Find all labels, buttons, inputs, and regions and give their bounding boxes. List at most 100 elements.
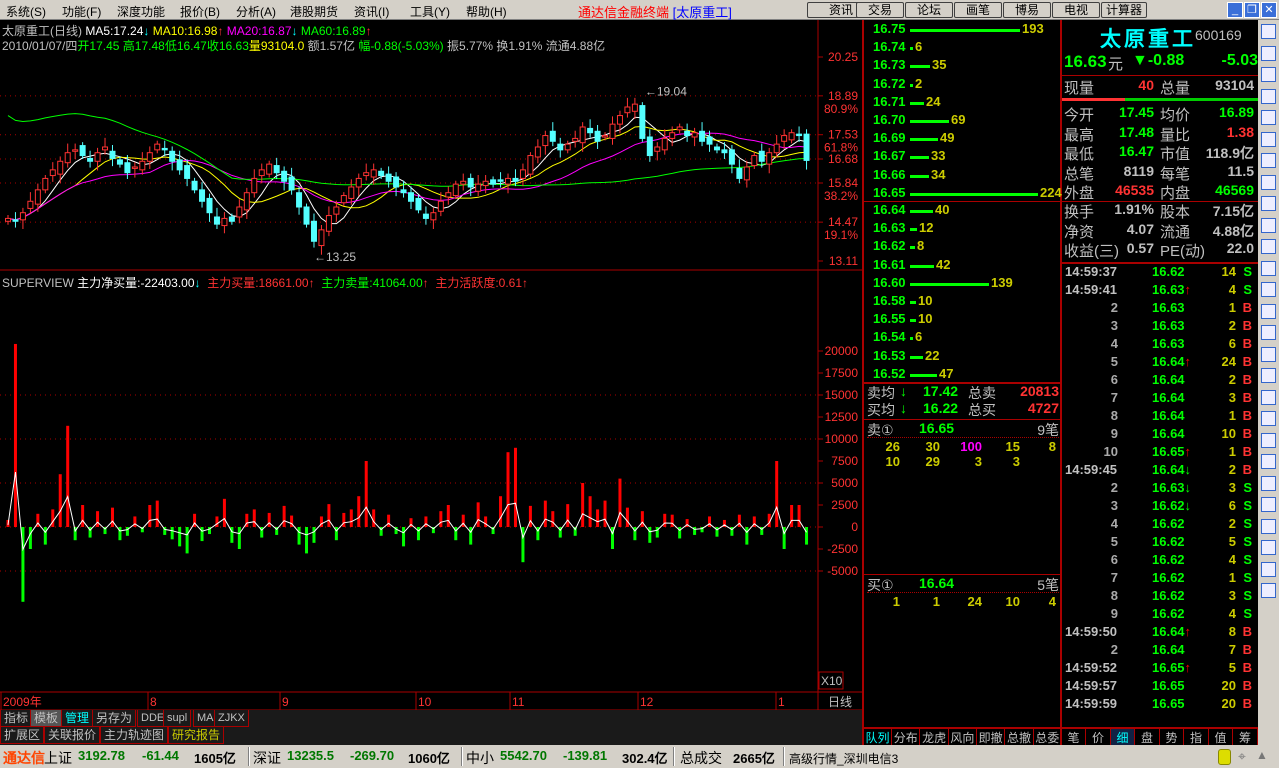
- ask-level[interactable]: 16.67 33: [864, 148, 1064, 166]
- menu-quotes[interactable]: 报价(B): [180, 3, 220, 20]
- ask-level[interactable]: 16.74 6: [864, 39, 1064, 57]
- globe-icon[interactable]: [1261, 282, 1276, 297]
- minimize-button[interactable]: _: [1227, 2, 1243, 18]
- tab-save-as[interactable]: 另存为: [92, 710, 137, 727]
- ask-level[interactable]: 16.70 69: [864, 112, 1064, 130]
- tab-extension[interactable]: 扩展区: [0, 727, 45, 744]
- bid-level[interactable]: 16.64 40: [864, 202, 1064, 220]
- tab-supl[interactable]: supl: [163, 710, 192, 727]
- down-icon[interactable]: [1261, 583, 1276, 598]
- bid-level[interactable]: 16.61 42: [864, 257, 1064, 275]
- ask-level[interactable]: 16.75 193: [864, 21, 1064, 39]
- tab-research-report[interactable]: 研究报告: [168, 727, 225, 744]
- bid-level[interactable]: 16.60 139: [864, 275, 1064, 293]
- doc-icon[interactable]: [1261, 475, 1276, 491]
- bid-level[interactable]: 16.63 12: [864, 220, 1064, 238]
- boyi-button[interactable]: 博易: [1003, 2, 1051, 18]
- orderbook-tab[interactable]: 分布: [892, 729, 921, 746]
- period-label[interactable]: 日线: [828, 695, 852, 709]
- ask-level[interactable]: 16.72 2: [864, 76, 1064, 94]
- pen-icon[interactable]: [1261, 518, 1276, 534]
- ask-level[interactable]: 16.69 49: [864, 130, 1064, 148]
- menu-analysis[interactable]: 分析(A): [236, 3, 276, 20]
- bid-level[interactable]: 16.52 47: [864, 366, 1064, 384]
- bid-level[interactable]: 16.55 10: [864, 311, 1064, 329]
- orderbook-tab[interactable]: 即撤: [977, 729, 1006, 746]
- web-icon[interactable]: [1261, 303, 1276, 319]
- tick-side: B: [1242, 678, 1252, 693]
- ask-level[interactable]: 16.65 224: [864, 185, 1064, 203]
- ask-level[interactable]: 16.73 35: [864, 57, 1064, 75]
- ask-level[interactable]: 16.66 34: [864, 167, 1064, 185]
- tab-indicator[interactable]: 指标: [0, 710, 33, 727]
- tools-icon[interactable]: [1261, 196, 1276, 211]
- bar-icon[interactable]: [1261, 88, 1276, 104]
- chart2-icon[interactable]: [1261, 67, 1276, 82]
- tv-button[interactable]: 电视: [1052, 2, 1100, 18]
- quote-tab[interactable]: 筹: [1233, 729, 1258, 746]
- x10-label[interactable]: X10: [821, 674, 843, 688]
- menu-help[interactable]: 帮助(H): [466, 3, 507, 20]
- flag-icon[interactable]: [1261, 217, 1276, 233]
- chart-icon[interactable]: [1261, 45, 1276, 61]
- menu-function[interactable]: 功能(F): [62, 3, 101, 20]
- indicator-axis-label: 2500: [831, 498, 858, 512]
- candle-icon[interactable]: [1261, 110, 1276, 125]
- dollar-icon[interactable]: [1261, 454, 1276, 469]
- candle-body: [684, 130, 691, 137]
- minute-icon[interactable]: [1261, 131, 1276, 147]
- orderbook-tab[interactable]: 龙虎: [921, 729, 949, 746]
- x-icon[interactable]: [1261, 325, 1276, 340]
- link-icon[interactable]: [1261, 497, 1276, 512]
- bid-level[interactable]: 16.58 10: [864, 293, 1064, 311]
- quote-tab[interactable]: 盘: [1135, 729, 1160, 746]
- chart-area[interactable]: 20.25 18.89 80.9% 17.53 61.8% 16.68 15.84 38.2%…: [0, 20, 862, 710]
- signal-icon[interactable]: ⌖: [1238, 748, 1250, 766]
- gold-icon[interactable]: [1261, 260, 1276, 276]
- up-icon[interactable]: [1261, 561, 1276, 577]
- menu-deep-function[interactable]: 深度功能: [117, 3, 165, 20]
- f10-icon[interactable]: [1261, 153, 1276, 168]
- tab-zjkx[interactable]: ZJKX: [214, 710, 249, 727]
- orderbook-tab[interactable]: 队列: [864, 729, 892, 746]
- quote-tab[interactable]: 价: [1086, 729, 1111, 746]
- bsi-icon[interactable]: [1261, 389, 1276, 405]
- arrow-icon[interactable]: ▲: [1256, 748, 1268, 762]
- star-icon[interactable]: [1261, 346, 1276, 362]
- ai-icon[interactable]: [1261, 432, 1276, 448]
- bid-level[interactable]: 16.53 22: [864, 348, 1064, 366]
- tab-template[interactable]: 模板: [30, 710, 63, 727]
- menu-tools[interactable]: 工具(Y): [410, 3, 450, 20]
- money-icon[interactable]: [1261, 239, 1276, 254]
- quote-tab[interactable]: 指: [1184, 729, 1209, 746]
- tab-manage[interactable]: 管理: [61, 710, 94, 727]
- trade-button[interactable]: 交易: [856, 2, 904, 18]
- bid-level[interactable]: 16.54 6: [864, 329, 1064, 347]
- orderbook-tab[interactable]: 总撤: [1006, 729, 1034, 746]
- quote-tab[interactable]: 细: [1111, 729, 1135, 746]
- notice-icon[interactable]: [1218, 749, 1231, 765]
- chart-canvas[interactable]: 20.2518.8980.9%17.5361.8%16.6815.8438.2%…: [0, 20, 862, 710]
- quote-tab[interactable]: 势: [1160, 729, 1184, 746]
- info-icon[interactable]: [1261, 174, 1276, 190]
- si-icon[interactable]: [1261, 411, 1276, 426]
- bars-icon[interactable]: [1261, 368, 1276, 383]
- orderbook-tab[interactable]: 总委: [1034, 729, 1062, 746]
- orderbook-tab[interactable]: 风向: [949, 729, 977, 746]
- draw-button[interactable]: 画笔: [954, 2, 1002, 18]
- move-icon[interactable]: [1261, 540, 1276, 555]
- quote-tab[interactable]: 值: [1209, 729, 1233, 746]
- ask-level[interactable]: 16.71 24: [864, 94, 1064, 112]
- bid-level[interactable]: 16.62 8: [864, 238, 1064, 256]
- forum-button[interactable]: 论坛: [905, 2, 953, 18]
- menu-hk-futures[interactable]: 港股期货: [290, 3, 338, 20]
- tab-related-quotes[interactable]: 关联报价: [44, 727, 101, 744]
- menu-system[interactable]: 系统(S): [6, 3, 46, 20]
- tab-main-force-track[interactable]: 主力轨迹图: [100, 727, 169, 744]
- list-icon[interactable]: [1261, 24, 1276, 39]
- close-button[interactable]: ✕: [1261, 2, 1277, 18]
- restore-button[interactable]: ❐: [1244, 2, 1260, 18]
- quote-tab[interactable]: 笔: [1062, 729, 1086, 746]
- calculator-button[interactable]: 计算器: [1101, 2, 1147, 18]
- menu-info[interactable]: 资讯(I): [354, 3, 389, 20]
